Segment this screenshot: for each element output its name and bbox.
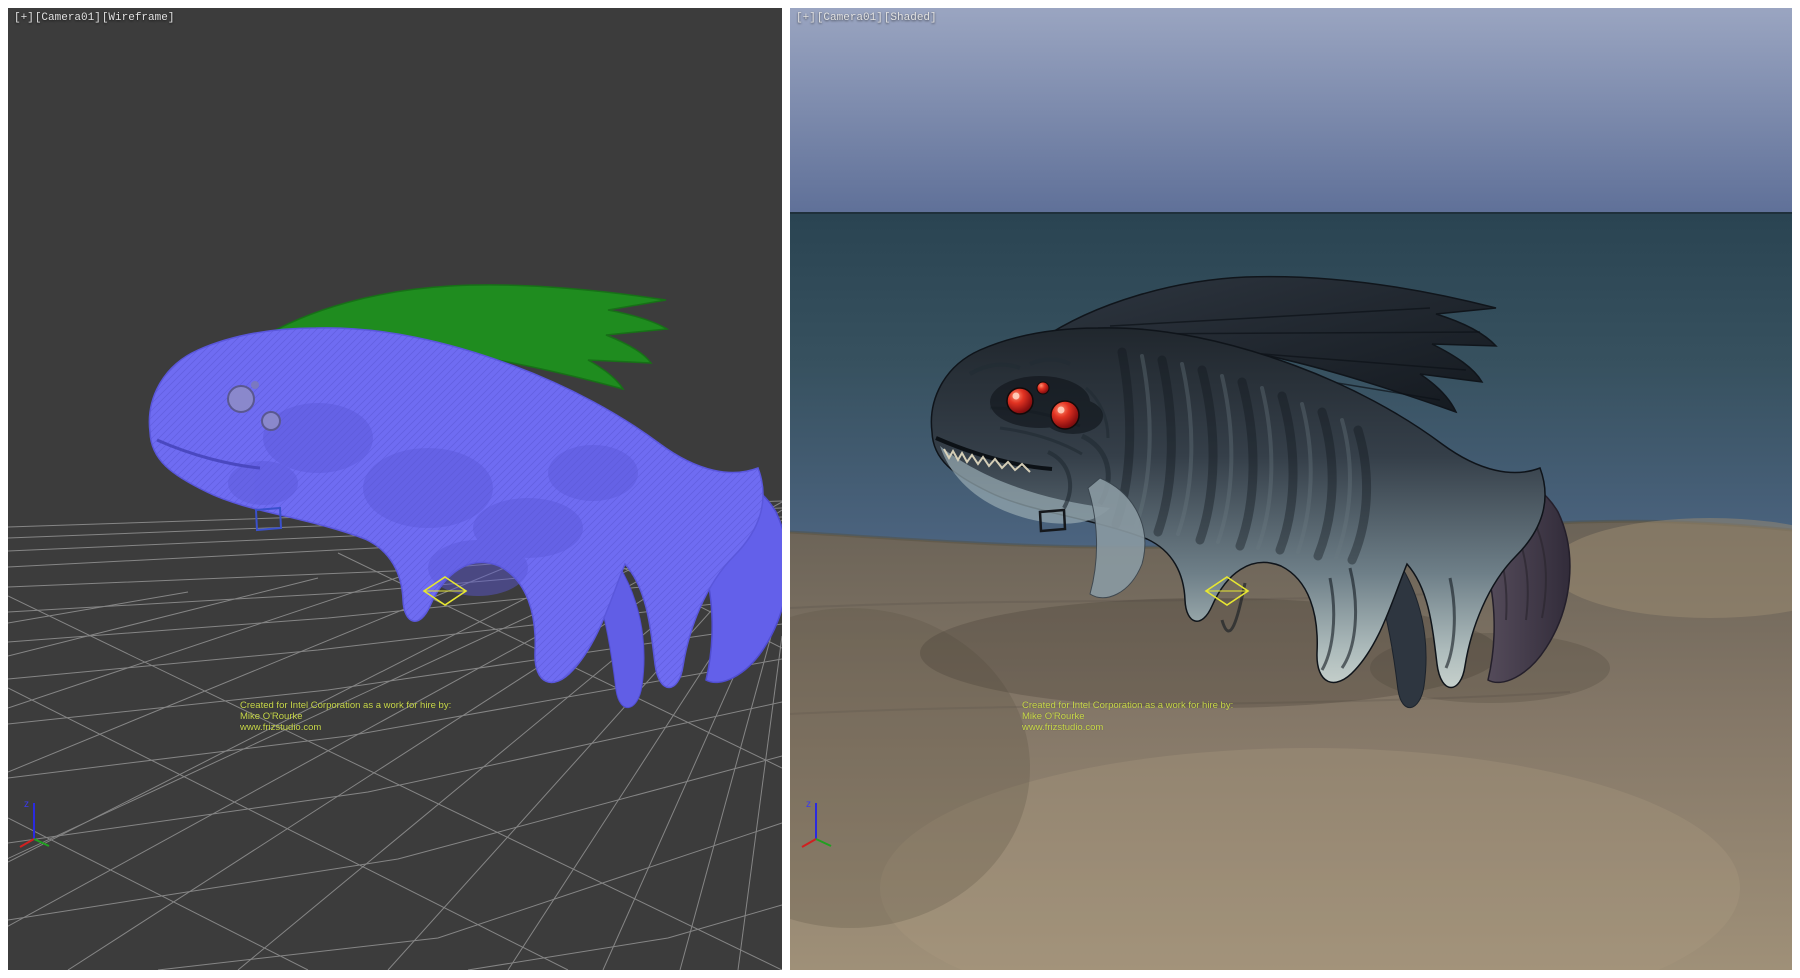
viewport-general-menu[interactable]: [+] bbox=[796, 12, 816, 24]
sky bbox=[790, 8, 1792, 214]
viewport-pov-menu[interactable]: [Camera01] bbox=[817, 12, 883, 24]
wireframe-canvas[interactable] bbox=[8, 8, 782, 970]
watermark: Created for Intel Corporation as a work … bbox=[1022, 700, 1233, 733]
world-axis-icon: z bbox=[16, 793, 60, 851]
viewport-wireframe[interactable]: [+] [Camera01] [Wireframe] Created for I… bbox=[8, 8, 782, 970]
viewport-pov-menu[interactable]: [Camera01] bbox=[35, 12, 101, 24]
viewport-general-menu[interactable]: [+] bbox=[14, 12, 34, 24]
watermark-line2: Mike O'Rourke bbox=[240, 711, 451, 722]
watermark-line3: www.frizstudio.com bbox=[240, 722, 451, 733]
axis-z-label: z bbox=[806, 799, 811, 810]
viewport-shading-menu[interactable]: [Shaded] bbox=[884, 12, 937, 24]
watermark: Created for Intel Corporation as a work … bbox=[240, 700, 451, 733]
world-axis-icon: z bbox=[798, 793, 842, 851]
watermark-line3: www.frizstudio.com bbox=[1022, 722, 1233, 733]
watermark-line2: Mike O'Rourke bbox=[1022, 711, 1233, 722]
viewport-label: [+] [Camera01] [Wireframe] bbox=[14, 12, 174, 24]
watermark-line1: Created for Intel Corporation as a work … bbox=[240, 700, 451, 711]
max-viewport-area: { "viewports": { "left": { "name": "Came… bbox=[0, 0, 1800, 978]
fish-model-wireframe[interactable] bbox=[149, 285, 782, 708]
viewport-shading-menu[interactable]: [Wireframe] bbox=[102, 12, 175, 24]
viewport-shaded[interactable]: [+] [Camera01] [Shaded] Created for Inte… bbox=[790, 8, 1792, 970]
shaded-canvas[interactable] bbox=[790, 8, 1792, 970]
watermark-line1: Created for Intel Corporation as a work … bbox=[1022, 700, 1233, 711]
viewport-label: [+] [Camera01] [Shaded] bbox=[796, 12, 937, 24]
axis-z-label: z bbox=[24, 799, 29, 810]
